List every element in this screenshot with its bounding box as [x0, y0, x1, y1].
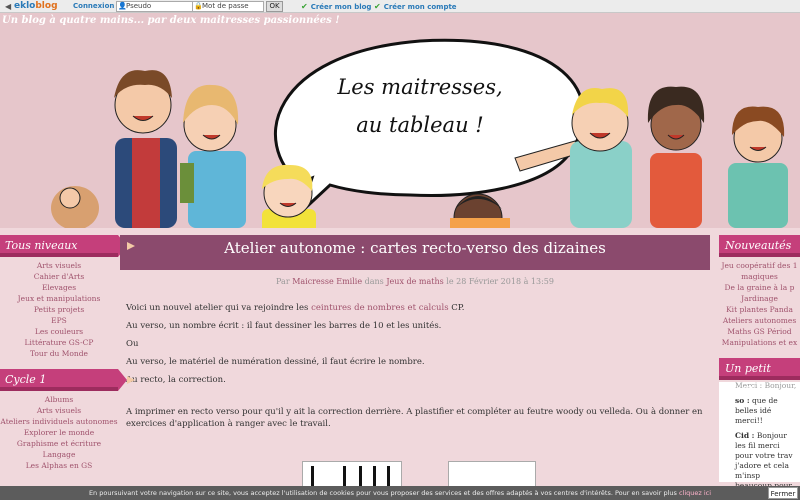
create-account-label: Créer mon compte [383, 3, 457, 11]
author-link[interactable]: Maicresse Emilie [292, 277, 362, 286]
section-title-tous-niveaux: Tous niveaux [5, 239, 78, 252]
ribbon-stripe [719, 253, 800, 257]
child-illustration-2 [180, 84, 246, 228]
cookie-close-button[interactable]: Fermer [768, 487, 798, 499]
recent-post-item[interactable]: Kit plantes Panda [719, 304, 800, 315]
ribbon-tous-niveaux: Tous niveaux [0, 235, 135, 257]
sidebar-link-item[interactable]: Petits projets [0, 304, 118, 315]
ribbon-cycle-1: Cycle 1 [0, 369, 135, 391]
sidebar-link-item[interactable]: Les couleurs [0, 326, 118, 337]
cookie-text: En poursuivant votre navigation sur ce s… [88, 489, 679, 497]
user-icon: 👤 [118, 2, 127, 10]
sidebar-link-item[interactable]: Explorer le monde [0, 427, 118, 438]
lock-icon: 🔒 [194, 2, 203, 10]
child-illustration-6 [647, 86, 705, 228]
post-body: Voici un nouvel atelier qui va rejoindre… [120, 302, 710, 430]
sidebar-link-item[interactable]: Arts visuels [0, 260, 118, 271]
password-input[interactable]: 🔒 Mot de passe [192, 1, 264, 12]
paragraph-1: Voici un nouvel atelier qui va rejoindre… [126, 302, 704, 314]
ribbon-nouveautes: Nouveautés [719, 235, 800, 257]
pencil-tip-icon [127, 242, 135, 250]
sidebar-link-item[interactable]: EPS [0, 315, 118, 326]
ribbon-petit-mot: Un petit mot? [719, 358, 800, 397]
recent-post-item[interactable]: magiques [719, 271, 800, 282]
left-sidebar: Tous niveaux Arts visuels Cahier d'Arts El… [0, 228, 135, 500]
password-placeholder: Mot de passe [202, 2, 249, 10]
check-icon: ✔ [374, 2, 381, 11]
create-account-link[interactable]: ✔ Créer mon compte [374, 2, 457, 11]
paragraph-5: Au recto, la correction. [126, 375, 226, 385]
post-date: le 28 Février 2018 à 13:59 [446, 277, 554, 286]
eklablog-logo[interactable]: ekloblog [14, 0, 58, 12]
sidebar-link-item[interactable]: Arts visuels [0, 405, 118, 416]
recent-post-item[interactable]: Jardinage [719, 293, 800, 304]
ribbon-stripe [719, 376, 800, 380]
paragraph-2: Au verso, un nombre écrit : il faut dess… [126, 321, 442, 331]
blog-tagline: Un blog à quatre mains... par deux maitr… [2, 15, 340, 26]
right-sidebar: Nouveautés Jeu coopératif des 1 magiques D… [719, 228, 800, 500]
child-illustration-7 [728, 106, 788, 228]
blog-header-banner[interactable]: Un blog à quatre mains... par deux maitr… [0, 13, 800, 228]
post-article: Atelier autonome : cartes recto-verso de… [120, 235, 710, 500]
category-list-cycle-1: Albums Arts visuels Ateliers individuels a… [0, 391, 118, 471]
ribbon-stripe [0, 253, 118, 257]
sidebar-link-item[interactable]: Langage [0, 449, 118, 460]
child-illustration-4 [450, 193, 510, 228]
child-illustration-3 [262, 164, 316, 228]
section-title-cycle-1: Cycle 1 [5, 373, 47, 386]
sidebar-link-item[interactable]: Elevages [0, 282, 118, 293]
sidebar-link-item[interactable]: Graphisme et écriture [0, 438, 118, 449]
check-icon: ✔ [301, 2, 308, 11]
logo-part-a: eklo [14, 1, 36, 11]
comment-author: Cid : [735, 431, 755, 440]
meta-par: Par [276, 277, 290, 286]
create-blog-label: Créer mon blog [310, 3, 372, 11]
pseudo-input[interactable]: 👤 Pseudo [116, 1, 196, 12]
post-meta: Par Maicresse Emilie dans Jeux de maths … [120, 277, 710, 286]
ceintures-link[interactable]: ceintures de nombres et calculs [311, 303, 448, 313]
cookie-more-link[interactable]: cliquez ici [679, 489, 711, 497]
cookie-banner: En poursuivant votre navigation sur ce s… [0, 486, 800, 500]
create-blog-link[interactable]: ✔ Créer mon blog [301, 2, 371, 11]
paragraph-6: A imprimer en recto verso pour qu'il y a… [126, 407, 703, 429]
blog-title-line1: Les maitresses, [337, 75, 503, 99]
recent-post-item[interactable]: Ateliers autonomes [719, 315, 800, 326]
recent-post-item[interactable]: Manipulations et ex [719, 337, 800, 348]
meta-dans: dans [364, 277, 384, 286]
sidebar-link-item[interactable]: Jeux et manipulations [0, 293, 118, 304]
recent-post-item[interactable]: Jeu coopératif des 1 [719, 260, 800, 271]
recent-post-item[interactable]: De la graine à la p [719, 282, 800, 293]
paragraph-3: Ou [126, 339, 139, 349]
child-illustration-1 [114, 70, 177, 228]
sidebar-link-item[interactable]: Albums [0, 394, 118, 405]
sidebar-link-item[interactable]: Littérature GS-CP [0, 337, 118, 348]
pencil-tip-icon [127, 376, 135, 384]
p1-text-b: CP. [448, 303, 465, 313]
category-link[interactable]: Jeux de maths [386, 277, 443, 286]
sidebar-link-item[interactable]: Cahier d'Arts [0, 271, 118, 282]
sidebar-link-item[interactable]: Ateliers individuels autonomes [0, 416, 118, 427]
p1-text-a: Voici un nouvel atelier qui va rejoindre… [126, 303, 312, 313]
sidebar-link-item[interactable]: Tour du Monde [0, 348, 118, 359]
category-list-tous-niveaux: Arts visuels Cahier d'Arts Elevages Jeux et… [0, 257, 118, 359]
logo-part-b: blog [35, 1, 58, 11]
recent-post-item[interactable]: Maths GS Périod [719, 326, 800, 337]
section-title-nouveautes: Nouveautés [725, 239, 792, 252]
blog-title-line2: au tableau ! [356, 113, 484, 137]
post-title[interactable]: Atelier autonome : cartes recto-verso de… [120, 235, 710, 270]
login-ok-button[interactable]: OK [266, 1, 283, 12]
ribbon-stripe [0, 387, 118, 391]
pseudo-placeholder: Pseudo [126, 2, 152, 10]
paragraph-4: Au verso, le matériel de numération dess… [126, 357, 425, 367]
small-creature-illustration [51, 186, 99, 228]
blog-title-bubble[interactable]: Les maitresses, au tableau ! [300, 68, 540, 144]
eklablog-toolbar: ◀ ekloblog Connexion : 👤 Pseudo 🔒 Mot de p… [0, 0, 800, 13]
back-arrow-icon[interactable]: ◀ [5, 2, 11, 11]
login-label: Connexion : [73, 2, 120, 10]
recent-posts-list: Jeu coopératif des 1 magiques De la graine… [719, 257, 800, 348]
sidebar-link-item[interactable]: Les Alphas en GS [0, 460, 118, 471]
